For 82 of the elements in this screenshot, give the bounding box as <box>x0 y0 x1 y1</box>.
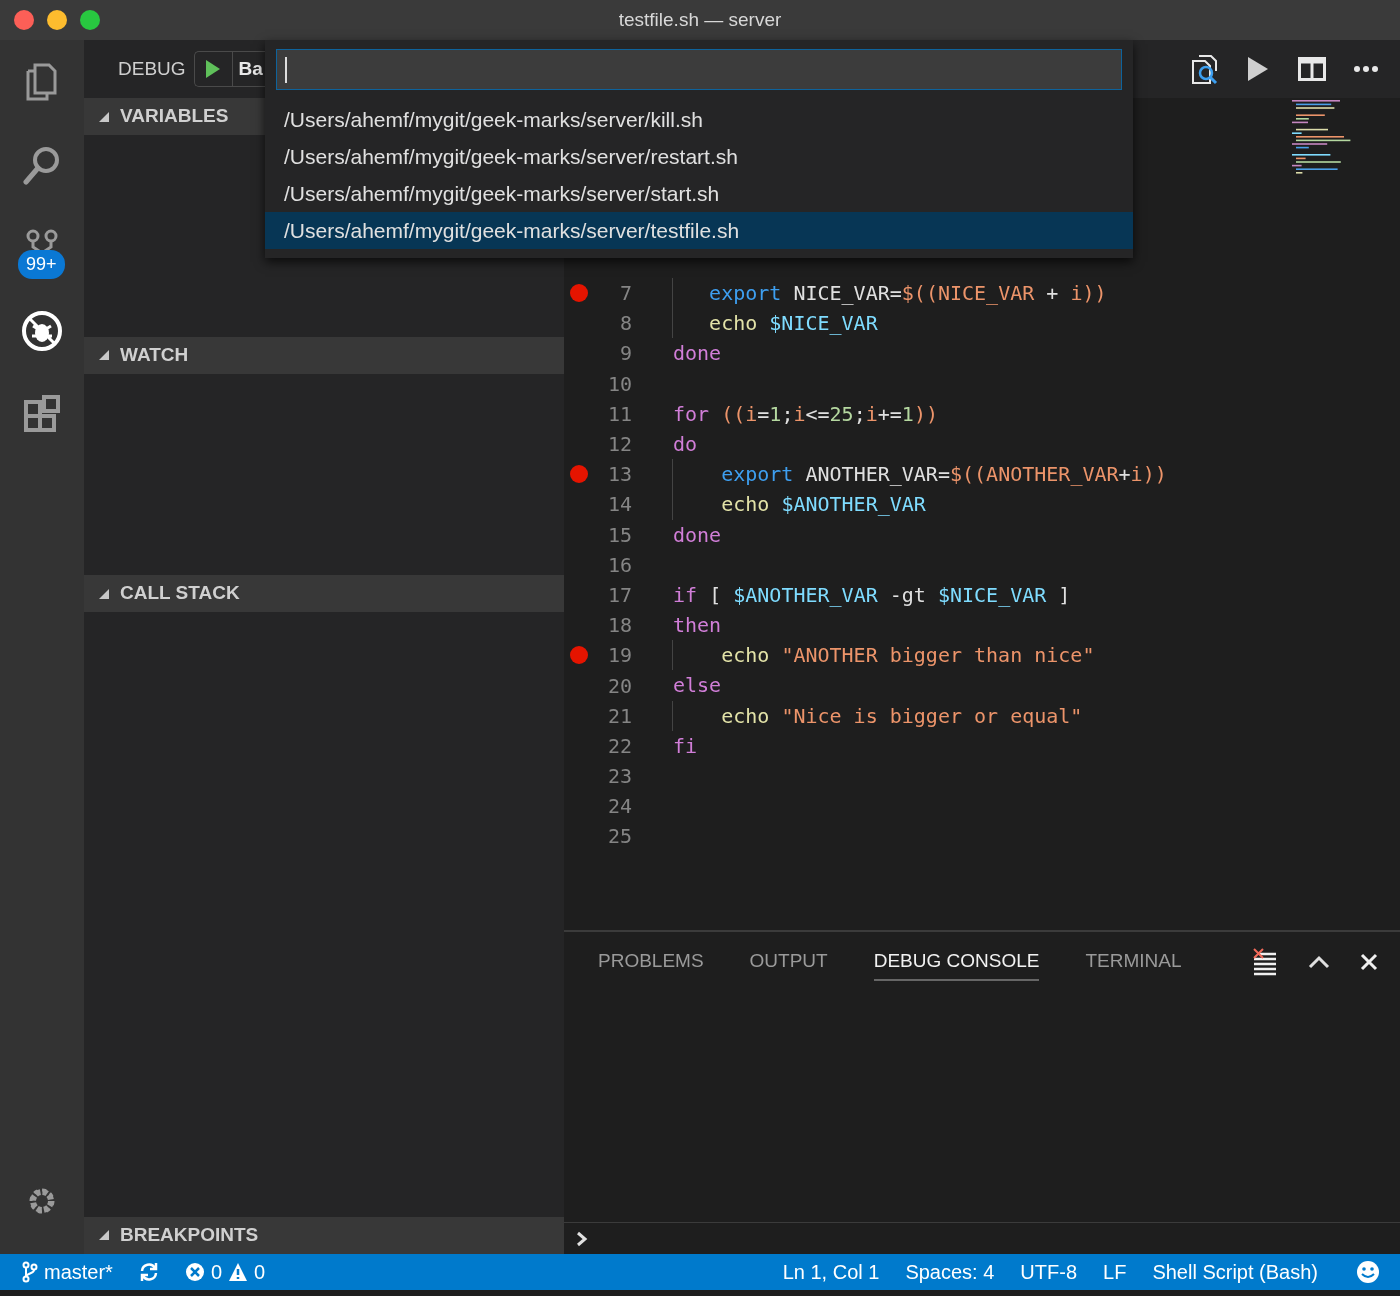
status-item[interactable]: Ln 1, Col 1 <box>782 1257 880 1287</box>
file-option[interactable]: /Users/ahemf/mygit/geek-marks/server/restart.sh <box>265 138 1133 175</box>
close-icon[interactable] <box>1360 953 1378 971</box>
no-bug-icon <box>21 309 63 352</box>
chevron-up-icon[interactable] <box>1308 953 1330 971</box>
status-item[interactable]: Spaces: 4 <box>905 1257 995 1287</box>
line-number: 15 <box>606 521 632 549</box>
code-line: done <box>673 521 722 549</box>
section-header[interactable]: CALL STACK <box>84 575 564 613</box>
line-number: 19 <box>606 642 632 670</box>
expanded-icon <box>98 349 110 362</box>
status-item[interactable]: Shell Script (Bash) <box>1152 1257 1318 1287</box>
expanded-icon <box>98 110 110 123</box>
quick-pick-input[interactable] <box>276 49 1122 90</box>
clear-console-icon[interactable] <box>1252 948 1278 976</box>
open-changes-icon[interactable] <box>1189 53 1219 85</box>
warning-icon <box>228 1262 249 1282</box>
prompt-chevron-icon <box>576 1230 588 1247</box>
line-number: 11 <box>606 400 632 428</box>
line-number: 23 <box>606 763 632 791</box>
panel-tab[interactable]: DEBUG CONSOLE <box>873 942 1040 982</box>
extensions-icon <box>23 393 61 434</box>
code-line: export NICE_VAR=$((NICE_VAR + i)) <box>672 278 1107 309</box>
activity-bar-item[interactable]: 99+ <box>0 206 84 289</box>
line-number: 14 <box>606 491 632 519</box>
line-number: 9 <box>618 340 632 368</box>
panel-tab[interactable]: OUTPUT <box>749 942 828 982</box>
breakpoint-icon[interactable] <box>570 646 588 665</box>
smiley-icon[interactable] <box>1356 1260 1380 1284</box>
line-number: 24 <box>606 793 632 821</box>
split-editor-icon[interactable] <box>1298 57 1326 81</box>
sidebar-title: DEBUG <box>118 56 186 81</box>
line-number: 7 <box>618 280 632 308</box>
line-number: 17 <box>606 581 632 609</box>
code-line: echo $ANOTHER_VAR <box>672 489 926 520</box>
line-number: 25 <box>606 823 632 851</box>
line-number: 13 <box>606 461 632 489</box>
line-number: 18 <box>606 612 632 640</box>
branch-status[interactable]: master* <box>22 1257 113 1287</box>
code-line: export ANOTHER_VAR=$((ANOTHER_VAR+i)) <box>672 459 1167 490</box>
problems-status[interactable]: 0 0 <box>184 1257 266 1287</box>
file-option[interactable]: /Users/ahemf/mygit/geek-marks/server/start.sh <box>265 175 1133 212</box>
breakpoint-icon[interactable] <box>570 284 588 303</box>
file-option[interactable]: /Users/ahemf/mygit/geek-marks/server/kill.sh <box>265 101 1133 138</box>
code-line: for ((i=1;i<=25;i+=1)) <box>673 400 938 428</box>
line-number: 12 <box>606 431 632 459</box>
zoom-button[interactable] <box>80 10 100 30</box>
close-button[interactable] <box>14 10 34 30</box>
code-line: if [ $ANOTHER_VAR -gt $NICE_VAR ] <box>673 581 1071 609</box>
breakpoint-icon[interactable] <box>570 465 588 484</box>
minimize-button[interactable] <box>47 10 67 30</box>
code-line: done <box>673 340 722 368</box>
code-line: else <box>673 672 722 700</box>
count-badge: 99+ <box>18 250 65 279</box>
code-line: echo "Nice is bigger or equal" <box>672 700 1083 731</box>
error-icon <box>184 1262 205 1282</box>
status-item[interactable]: LF <box>1103 1257 1127 1287</box>
section-header[interactable]: BREAKPOINTS <box>84 1217 564 1254</box>
code-line: then <box>673 612 722 640</box>
expanded-icon <box>98 587 110 600</box>
line-number: 22 <box>606 732 632 760</box>
branch-icon <box>22 1261 38 1283</box>
status-item[interactable]: UTF-8 <box>1020 1257 1078 1287</box>
code-line: do <box>673 430 698 458</box>
more-icon[interactable] <box>1353 65 1379 73</box>
panel-tab[interactable]: TERMINAL <box>1085 942 1182 982</box>
search-icon <box>22 144 62 185</box>
sync-icon[interactable] <box>138 1262 159 1282</box>
section-header[interactable]: WATCH <box>84 336 564 374</box>
run-icon[interactable] <box>1246 55 1270 83</box>
file-option[interactable]: /Users/ahemf/mygit/geek-marks/server/testfile.sh <box>265 212 1133 249</box>
code-line: fi <box>673 732 698 760</box>
code-line: echo "ANOTHER bigger than nice" <box>672 640 1095 671</box>
line-number: 20 <box>606 672 632 700</box>
line-number: 21 <box>606 702 632 730</box>
line-number: 10 <box>606 370 632 398</box>
panel-tab[interactable]: PROBLEMS <box>598 942 704 982</box>
line-number: 8 <box>618 310 632 338</box>
line-number: 16 <box>606 551 632 579</box>
window-title: testfile.sh — server <box>618 7 782 32</box>
expanded-icon <box>98 1229 110 1242</box>
code-line: echo $NICE_VAR <box>672 308 878 339</box>
